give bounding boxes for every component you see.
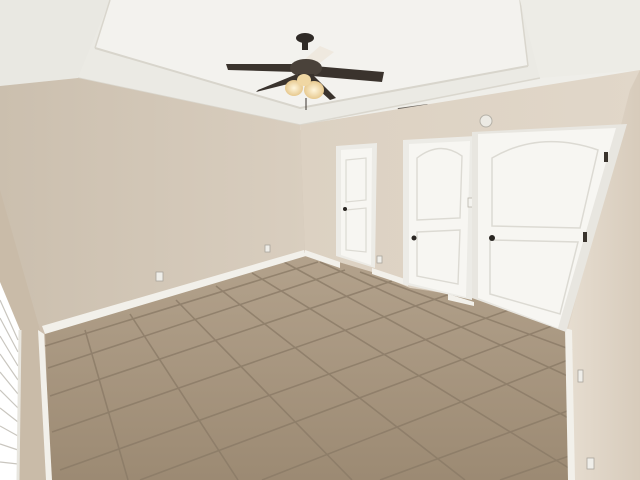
wall-outlet: [264, 244, 271, 253]
room-photo: [0, 0, 640, 480]
door-knob[interactable]: [343, 207, 347, 211]
wall-outlet: [577, 369, 584, 383]
door-hinge: [583, 232, 587, 242]
thermostat: [479, 114, 493, 128]
wall-outlet: [376, 255, 383, 264]
door-knob[interactable]: [489, 235, 495, 241]
wall-outlet: [586, 457, 595, 470]
door-closet-left[interactable]: [336, 143, 377, 268]
door-knob[interactable]: [411, 235, 417, 241]
door-hinge: [604, 152, 608, 162]
fan-light-bulb: [297, 74, 311, 86]
wall-outlet: [155, 271, 164, 282]
door-closet-center[interactable]: [403, 136, 476, 300]
